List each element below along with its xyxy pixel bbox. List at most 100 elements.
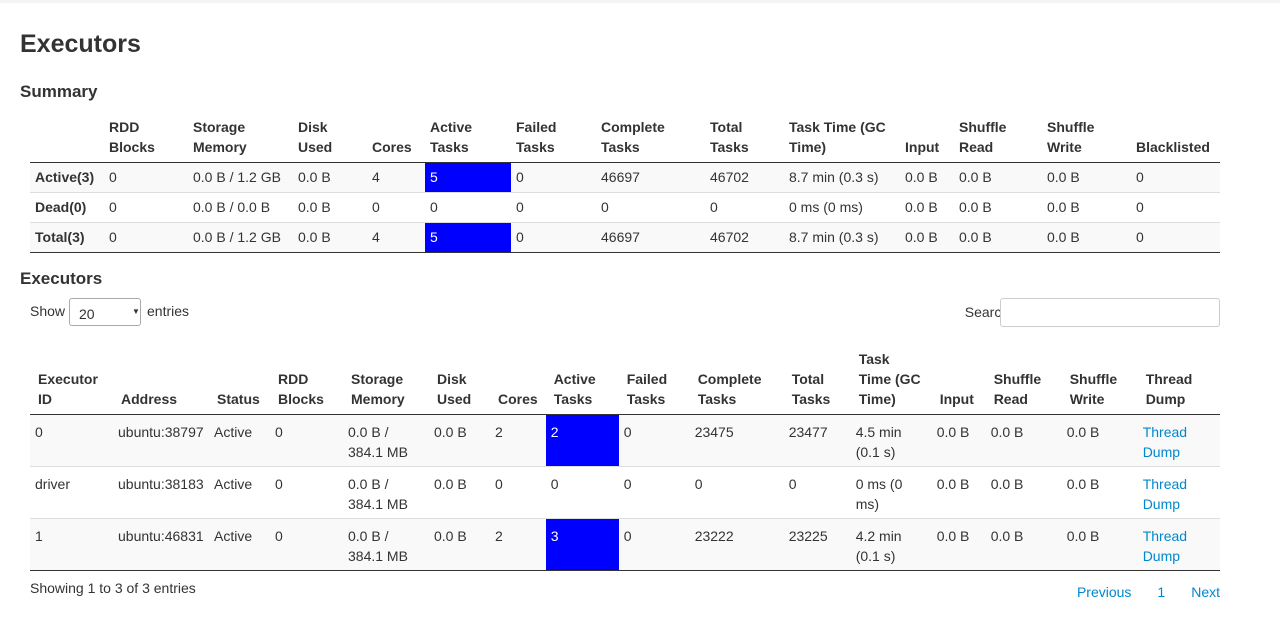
summary-cell: 0	[511, 222, 596, 253]
header-shuffle-write[interactable]: Shuffle Write	[1061, 345, 1138, 415]
summary-cell: 0.0 B	[1042, 192, 1131, 223]
summary-header-task-time: Task Time (GC Time)	[784, 114, 900, 163]
task-time-cell: 0 ms (0 ms)	[850, 466, 932, 519]
input-cell: 0.0 B	[931, 414, 986, 467]
storage-memory-cell: 0.0 B / 384.1 MB	[343, 518, 429, 571]
page-size-select[interactable]: 20 ▼	[69, 298, 141, 326]
summary-cell: 46702	[705, 222, 784, 253]
summary-cell: 0	[705, 192, 784, 223]
rdd-blocks-cell: 0	[270, 414, 343, 467]
header-total-tasks[interactable]: Total Tasks	[783, 345, 851, 415]
thread-dump-cell: Thread Dump	[1137, 466, 1220, 519]
table-controls: Show 20 ▼ entries Search:	[20, 298, 1260, 338]
summary-cell: 4	[367, 222, 425, 253]
header-input[interactable]: Input	[931, 345, 986, 415]
summary-cell: Active(3)	[30, 162, 104, 193]
summary-cell: 0	[425, 192, 511, 223]
address-cell: ubuntu:38797	[113, 414, 209, 467]
summary-row-total: Total(3) 0 0.0 B / 1.2 GB 0.0 B 4 5 0 46…	[30, 222, 1220, 253]
active-tasks-highlight: 2	[545, 414, 619, 467]
executors-header-row: Executor ID Address Status RDD Blocks St…	[30, 345, 1220, 415]
thread-dump-link[interactable]: Thread Dump	[1143, 424, 1187, 460]
summary-cell: 0	[104, 192, 188, 223]
header-status[interactable]: Status	[209, 345, 270, 415]
complete-tasks-cell: 23222	[689, 518, 784, 571]
pagination: Previous 1 Next	[1051, 584, 1220, 600]
failed-tasks-cell: 0	[618, 518, 690, 571]
header-shuffle-read[interactable]: Shuffle Read	[985, 345, 1062, 415]
executors-title: Executors	[20, 269, 103, 288]
storage-memory-cell: 0.0 B / 384.1 MB	[343, 466, 429, 519]
summary-cell: 0	[104, 162, 188, 193]
table-row: driver ubuntu:38183 Active 0 0.0 B / 384…	[30, 466, 1220, 519]
summary-cell: 0 ms (0 ms)	[784, 192, 900, 223]
table-row: 0 ubuntu:38797 Active 0 0.0 B / 384.1 MB…	[30, 414, 1220, 467]
header-failed-tasks[interactable]: Failed Tasks	[618, 345, 690, 415]
entries-label: entries	[147, 303, 190, 319]
summary-cell: 8.7 min (0.3 s)	[784, 222, 900, 253]
disk-used-cell: 0.0 B	[429, 414, 490, 467]
header-address[interactable]: Address	[113, 345, 209, 415]
summary-cell: 0.0 B	[293, 192, 367, 223]
summary-header-shuffle-write: Shuffle Write	[1042, 114, 1131, 163]
thread-dump-link[interactable]: Thread Dump	[1143, 528, 1187, 564]
summary-header-active-tasks: Active Tasks	[425, 114, 511, 163]
shuffle-read-cell: 0.0 B	[985, 414, 1062, 467]
header-task-time[interactable]: Task Time (GC Time)	[850, 345, 932, 415]
summary-cell: 0.0 B / 1.2 GB	[188, 222, 293, 253]
status-cell: Active	[209, 518, 270, 571]
header-disk-used[interactable]: Disk Used	[429, 345, 490, 415]
total-tasks-cell: 23225	[783, 518, 851, 571]
page-button-1[interactable]: 1	[1157, 584, 1165, 600]
top-border	[0, 0, 1280, 3]
shuffle-read-cell: 0.0 B	[985, 466, 1062, 519]
summary-cell: 0	[367, 192, 425, 223]
cores-cell: 2	[490, 414, 546, 467]
executor-id-cell: 0	[30, 414, 113, 467]
header-active-tasks[interactable]: Active Tasks	[545, 345, 619, 415]
header-executor-id[interactable]: Executor ID	[30, 345, 113, 415]
summary-header-label	[30, 114, 104, 163]
summary-cell: 0.0 B / 1.2 GB	[188, 162, 293, 193]
summary-cell: 0	[1131, 222, 1220, 253]
next-button[interactable]: Next	[1191, 584, 1220, 600]
storage-memory-cell: 0.0 B / 384.1 MB	[343, 414, 429, 467]
summary-cell: 0.0 B	[1042, 162, 1131, 193]
summary-cell: 0	[1131, 162, 1220, 193]
summary-table: RDD Blocks Storage Memory Disk Used Core…	[30, 114, 1220, 253]
header-cores[interactable]: Cores	[490, 345, 546, 415]
summary-cell: 0.0 B	[900, 222, 954, 253]
summary-cell: 0.0 B	[954, 222, 1042, 253]
failed-tasks-cell: 0	[618, 414, 690, 467]
summary-header-rdd-blocks: RDD Blocks	[104, 114, 188, 163]
address-cell: ubuntu:46831	[113, 518, 209, 571]
summary-cell: Dead(0)	[30, 192, 104, 223]
summary-cell: 4	[367, 162, 425, 193]
header-storage-memory[interactable]: Storage Memory	[343, 345, 429, 415]
header-thread-dump[interactable]: Thread Dump	[1137, 345, 1220, 415]
address-cell: ubuntu:38183	[113, 466, 209, 519]
cores-cell: 0	[490, 466, 546, 519]
status-cell: Active	[209, 466, 270, 519]
summary-cell: 0.0 B	[954, 192, 1042, 223]
active-tasks-cell: 0	[545, 466, 619, 519]
disk-used-cell: 0.0 B	[429, 466, 490, 519]
header-rdd-blocks[interactable]: RDD Blocks	[270, 345, 343, 415]
shuffle-write-cell: 0.0 B	[1061, 518, 1138, 571]
summary-active-tasks-highlight: 5	[425, 162, 511, 193]
summary-cell: 0.0 B / 0.0 B	[188, 192, 293, 223]
previous-button[interactable]: Previous	[1077, 584, 1131, 600]
summary-cell: 0	[511, 162, 596, 193]
header-complete-tasks[interactable]: Complete Tasks	[689, 345, 784, 415]
summary-header-total-tasks: Total Tasks	[705, 114, 784, 163]
failed-tasks-cell: 0	[618, 466, 690, 519]
summary-cell: 0.0 B	[1042, 222, 1131, 253]
disk-used-cell: 0.0 B	[429, 518, 490, 571]
search-input[interactable]	[1000, 298, 1220, 327]
summary-cell: 0	[511, 192, 596, 223]
show-label: Show	[30, 303, 66, 319]
summary-cell: 8.7 min (0.3 s)	[784, 162, 900, 193]
summary-cell: 46697	[596, 162, 705, 193]
thread-dump-link[interactable]: Thread Dump	[1143, 476, 1187, 512]
thread-dump-cell: Thread Dump	[1137, 414, 1220, 467]
